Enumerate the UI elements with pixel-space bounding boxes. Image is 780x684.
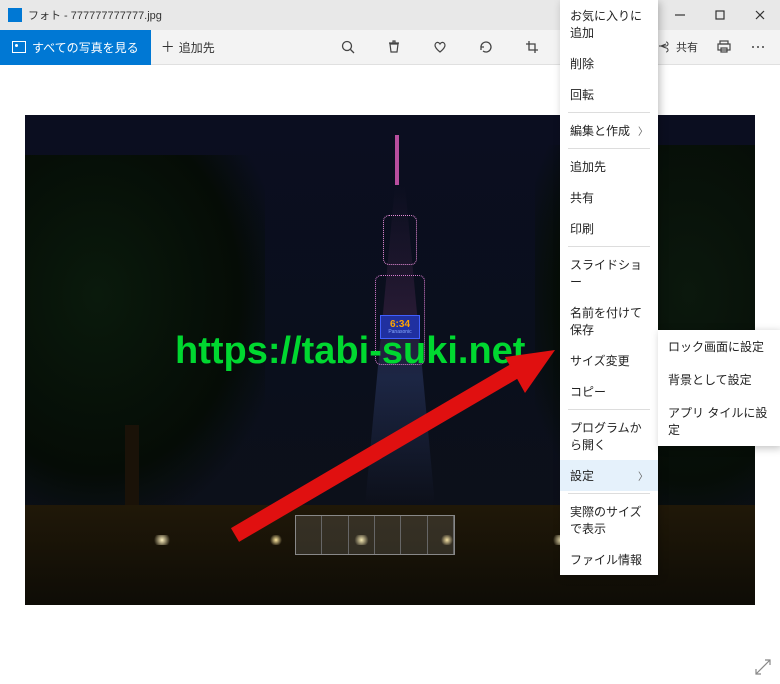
menu-file-info[interactable]: ファイル情報 bbox=[560, 544, 658, 575]
photo-pavilion bbox=[295, 515, 455, 555]
share-button[interactable]: 共有 bbox=[656, 39, 698, 55]
more-button[interactable] bbox=[750, 39, 766, 55]
view-all-photos-button[interactable]: すべての写真を見る bbox=[0, 30, 151, 65]
context-menu: お気に入りに追加 削除 回転 編集と作成〉 追加先 共有 印刷 スライドショー … bbox=[560, 0, 658, 575]
minimize-button[interactable] bbox=[660, 0, 700, 30]
submenu-lock-screen[interactable]: ロック画面に設定 bbox=[658, 330, 780, 363]
submenu-app-tile[interactable]: アプリ タイルに設定 bbox=[658, 396, 780, 446]
window-title: フォト - 777777777777.jpg bbox=[28, 7, 162, 23]
tower-time: 6:34 bbox=[390, 320, 410, 330]
titlebar: フォト - 777777777777.jpg bbox=[0, 0, 780, 30]
menu-actual-size[interactable]: 実際のサイズで表示 bbox=[560, 496, 658, 544]
menu-separator bbox=[568, 493, 650, 494]
menu-share[interactable]: 共有 bbox=[560, 182, 658, 213]
chevron-right-icon: 〉 bbox=[638, 123, 648, 138]
menu-separator bbox=[568, 112, 650, 113]
rotate-button[interactable] bbox=[478, 39, 494, 55]
menu-save-as[interactable]: 名前を付けて保存 bbox=[560, 297, 658, 345]
print-button[interactable] bbox=[716, 39, 732, 55]
menu-copy[interactable]: コピー bbox=[560, 376, 658, 407]
settings-submenu: ロック画面に設定 背景として設定 アプリ タイルに設定 bbox=[658, 330, 780, 446]
add-to-label: 追加先 bbox=[179, 39, 215, 56]
zoom-button[interactable] bbox=[340, 39, 356, 55]
watermark-text: https://tabi-suki.net bbox=[175, 330, 525, 373]
menu-add-to[interactable]: 追加先 bbox=[560, 151, 658, 182]
share-icon bbox=[656, 39, 672, 55]
menu-open-with[interactable]: プログラムから開く bbox=[560, 412, 658, 460]
window-controls bbox=[660, 0, 780, 30]
view-all-label: すべての写真を見る bbox=[32, 39, 139, 56]
magnifier-icon bbox=[340, 39, 356, 55]
plus-icon: ＋ bbox=[161, 37, 175, 57]
menu-slideshow[interactable]: スライドショー bbox=[560, 249, 658, 297]
submenu-background[interactable]: 背景として設定 bbox=[658, 363, 780, 396]
menu-separator bbox=[568, 148, 650, 149]
chevron-right-icon: 〉 bbox=[638, 468, 648, 483]
menu-rotate[interactable]: 回転 bbox=[560, 79, 658, 110]
titlebar-left: フォト - 777777777777.jpg bbox=[8, 7, 162, 23]
rotate-icon bbox=[478, 39, 494, 55]
maximize-icon bbox=[712, 7, 728, 23]
photo-tower: 6:34 Panasonic bbox=[365, 135, 435, 505]
menu-delete[interactable]: 削除 bbox=[560, 48, 658, 79]
menu-edit-create[interactable]: 編集と作成〉 bbox=[560, 115, 658, 146]
close-icon bbox=[752, 7, 768, 23]
toolbar-left: すべての写真を見る ＋ 追加先 bbox=[0, 30, 225, 65]
menu-print[interactable]: 印刷 bbox=[560, 213, 658, 244]
menu-resize[interactable]: サイズ変更 bbox=[560, 345, 658, 376]
trash-icon bbox=[386, 39, 402, 55]
close-button[interactable] bbox=[740, 0, 780, 30]
app-icon bbox=[8, 8, 22, 22]
menu-separator bbox=[568, 246, 650, 247]
delete-button[interactable] bbox=[386, 39, 402, 55]
minimize-icon bbox=[672, 7, 688, 23]
ellipsis-icon bbox=[750, 39, 766, 55]
menu-add-favorite[interactable]: お気に入りに追加 bbox=[560, 0, 658, 48]
toolbar-right: 共有 bbox=[656, 39, 780, 55]
crop-button[interactable] bbox=[524, 39, 540, 55]
heart-icon bbox=[432, 39, 448, 55]
add-to-button[interactable]: ＋ 追加先 bbox=[151, 37, 225, 57]
maximize-button[interactable] bbox=[700, 0, 740, 30]
collection-icon bbox=[12, 41, 26, 53]
crop-icon bbox=[524, 39, 540, 55]
resize-grip-icon[interactable] bbox=[754, 658, 772, 676]
menu-settings[interactable]: 設定〉 bbox=[560, 460, 658, 491]
printer-icon bbox=[716, 39, 732, 55]
share-label: 共有 bbox=[676, 39, 698, 55]
toolbar: すべての写真を見る ＋ 追加先 共有 bbox=[0, 30, 780, 65]
toolbar-center bbox=[340, 39, 540, 55]
favorite-button[interactable] bbox=[432, 39, 448, 55]
menu-separator bbox=[568, 409, 650, 410]
